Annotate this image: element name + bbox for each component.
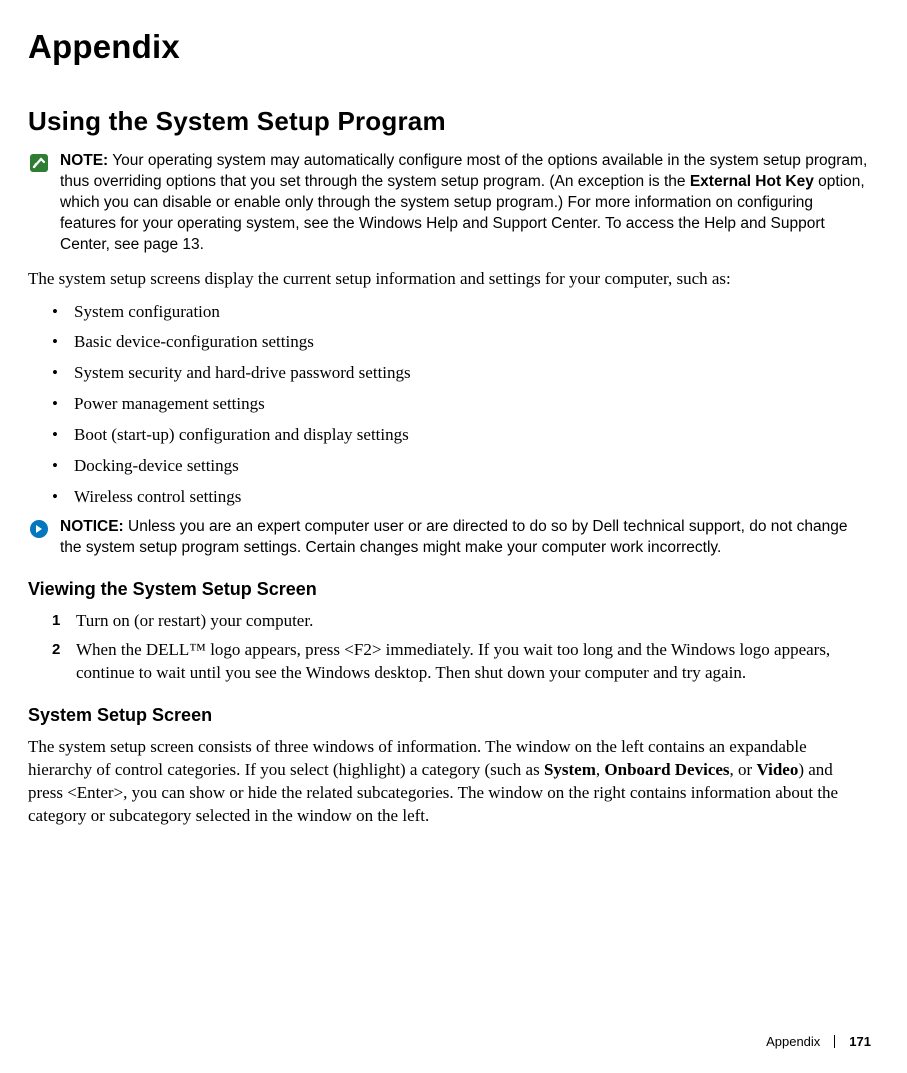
section-heading: Using the System Setup Program <box>28 106 871 137</box>
note-callout: NOTE: Your operating system may automati… <box>28 151 871 256</box>
intro-paragraph: The system setup screens display the cur… <box>28 268 871 291</box>
screen-heading: System Setup Screen <box>28 705 871 726</box>
note-icon <box>28 151 50 173</box>
screen-paragraph: The system setup screen consists of thre… <box>28 736 871 828</box>
note-text: NOTE: Your operating system may automati… <box>60 151 871 256</box>
notice-label: NOTICE: <box>60 518 124 535</box>
notice-icon <box>28 517 50 539</box>
list-item: Boot (start-up) configuration and displa… <box>52 424 871 447</box>
footer-separator <box>834 1035 835 1048</box>
footer-label: Appendix <box>766 1034 820 1049</box>
notice-text: NOTICE: Unless you are an expert compute… <box>60 517 871 559</box>
notice-callout: NOTICE: Unless you are an expert compute… <box>28 517 871 559</box>
steps-list: Turn on (or restart) your computer. When… <box>52 610 871 685</box>
viewing-heading: Viewing the System Setup Screen <box>28 579 871 600</box>
note-label: NOTE: <box>60 152 108 169</box>
screen-bold-1: System <box>544 760 596 779</box>
note-bold-1: External Hot Key <box>690 173 814 190</box>
list-item: System configuration <box>52 301 871 324</box>
step-item: Turn on (or restart) your computer. <box>52 610 871 633</box>
list-item: System security and hard-drive password … <box>52 362 871 385</box>
screen-bold-2: Onboard Devices <box>604 760 729 779</box>
notice-body: Unless you are an expert computer user o… <box>60 518 847 556</box>
page-number: 171 <box>849 1034 871 1049</box>
page-title: Appendix <box>28 28 871 66</box>
list-item: Power management settings <box>52 393 871 416</box>
screen-sep-2: , or <box>730 760 757 779</box>
list-item: Basic device-configuration settings <box>52 331 871 354</box>
bullet-list: System configuration Basic device-config… <box>52 301 871 510</box>
step-item: When the DELL™ logo appears, press <F2> … <box>52 639 871 685</box>
page-footer: Appendix 171 <box>766 1034 871 1049</box>
list-item: Docking-device settings <box>52 455 871 478</box>
screen-bold-3: Video <box>756 760 798 779</box>
list-item: Wireless control settings <box>52 486 871 509</box>
